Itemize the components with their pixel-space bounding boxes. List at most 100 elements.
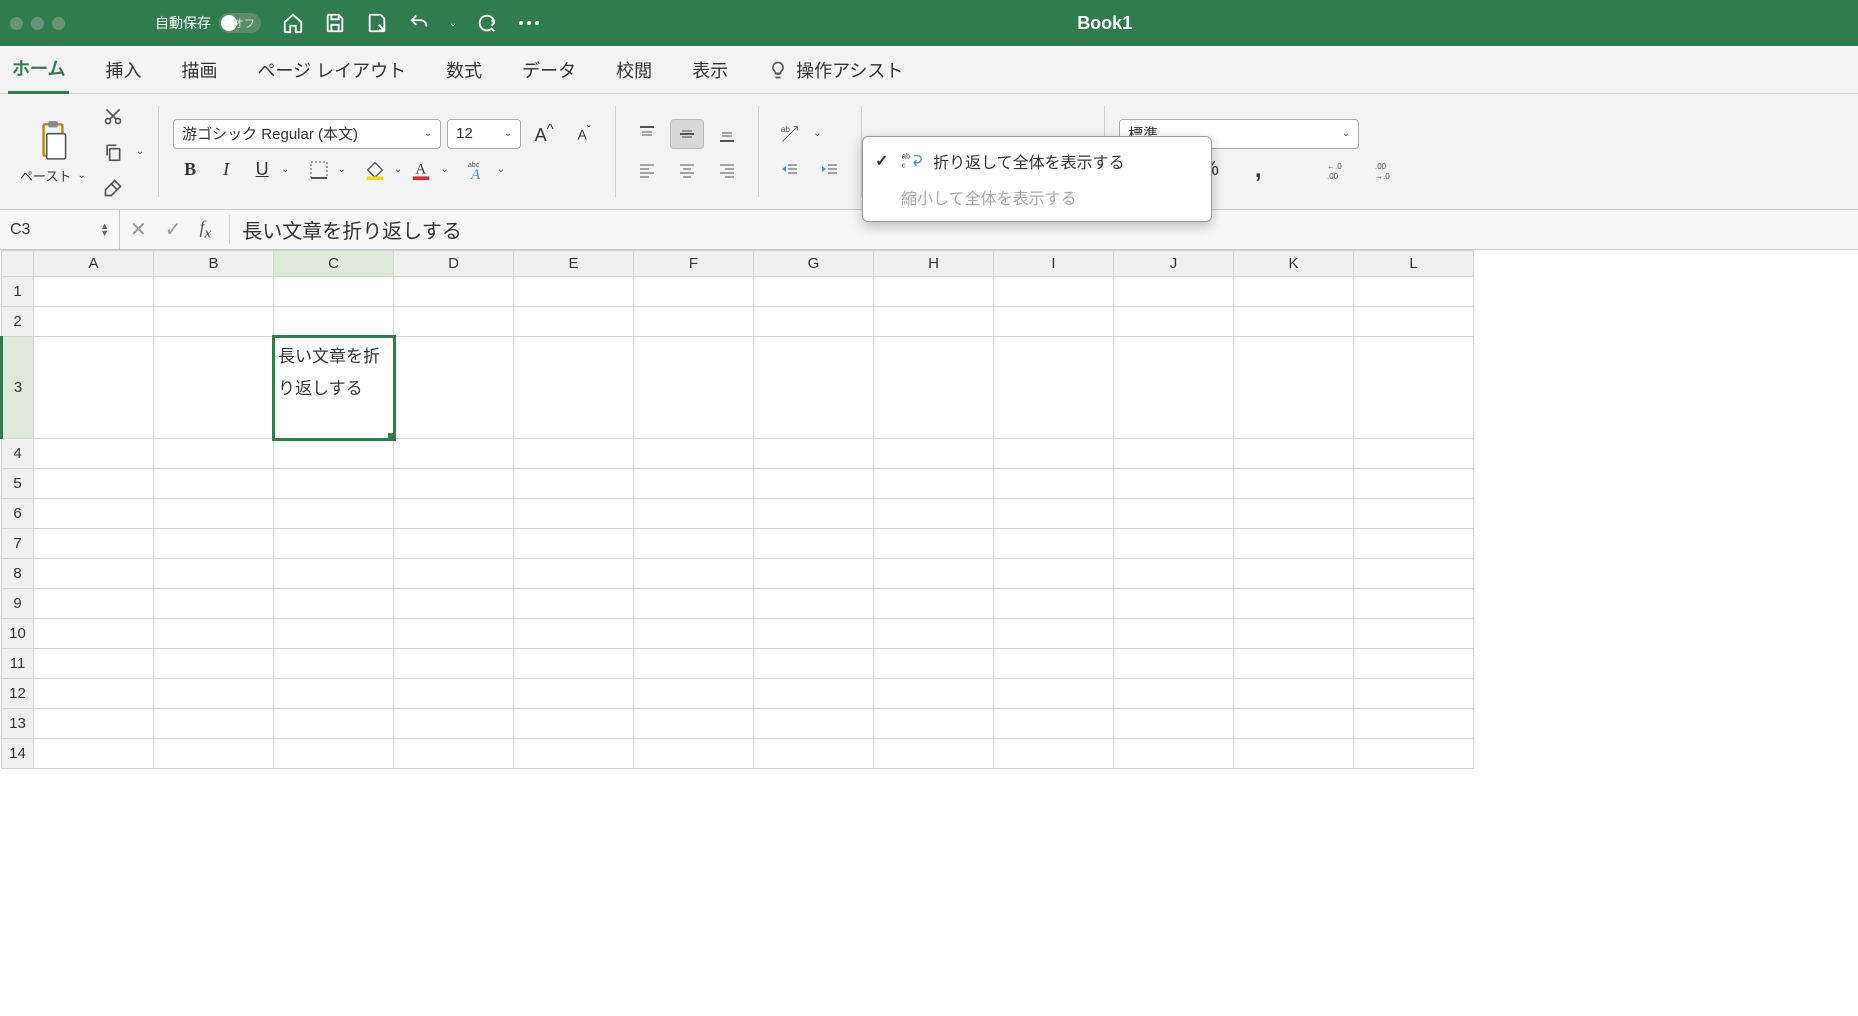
cell-J8[interactable]: [1114, 559, 1234, 589]
cell-L6[interactable]: [1354, 499, 1474, 529]
cell-J11[interactable]: [1114, 649, 1234, 679]
decrease-font-button[interactable]: Aˇ: [567, 119, 601, 149]
cell-J14[interactable]: [1114, 739, 1234, 769]
row-header[interactable]: 8: [2, 559, 34, 589]
cell-G3[interactable]: [754, 337, 874, 439]
cell-B13[interactable]: [154, 709, 274, 739]
undo-icon[interactable]: [407, 11, 431, 35]
more-icon[interactable]: [517, 11, 541, 35]
column-header[interactable]: I: [994, 251, 1114, 277]
cell-F1[interactable]: [634, 277, 754, 307]
cell-G7[interactable]: [754, 529, 874, 559]
row-header[interactable]: 10: [2, 619, 34, 649]
cell-J13[interactable]: [1114, 709, 1234, 739]
column-header[interactable]: B: [154, 251, 274, 277]
cell-C4[interactable]: [274, 439, 394, 469]
window-minimize-button[interactable]: [31, 17, 44, 30]
chevron-down-icon[interactable]: ⌄: [338, 164, 346, 175]
cell-B5[interactable]: [154, 469, 274, 499]
cell-K4[interactable]: [1234, 439, 1354, 469]
align-top-button[interactable]: [630, 119, 664, 149]
row-header[interactable]: 2: [2, 307, 34, 337]
cell-C1[interactable]: [274, 277, 394, 307]
redo-icon[interactable]: [475, 11, 499, 35]
cell-I13[interactable]: [994, 709, 1114, 739]
cell-F14[interactable]: [634, 739, 754, 769]
cell-B2[interactable]: [154, 307, 274, 337]
chevron-down-icon[interactable]: ⌄: [440, 164, 448, 175]
cell-J9[interactable]: [1114, 589, 1234, 619]
tab-data[interactable]: データ: [518, 47, 580, 93]
row-header[interactable]: 12: [2, 679, 34, 709]
cell-D10[interactable]: [394, 619, 514, 649]
tab-home[interactable]: ホーム: [8, 45, 69, 94]
cell-G11[interactable]: [754, 649, 874, 679]
cell-C5[interactable]: [274, 469, 394, 499]
cell-C10[interactable]: [274, 619, 394, 649]
cell-I4[interactable]: [994, 439, 1114, 469]
autosave-toggle[interactable]: 自動保存 オフ: [155, 13, 261, 33]
cell-I5[interactable]: [994, 469, 1114, 499]
row-header[interactable]: 14: [2, 739, 34, 769]
paste-button[interactable]: ペースト⌄: [20, 118, 86, 185]
cell-J12[interactable]: [1114, 679, 1234, 709]
cell-G1[interactable]: [754, 277, 874, 307]
cell-K6[interactable]: [1234, 499, 1354, 529]
cell-H13[interactable]: [874, 709, 994, 739]
cell-C8[interactable]: [274, 559, 394, 589]
row-header[interactable]: 5: [2, 469, 34, 499]
formula-input[interactable]: 長い文章を折り返しする: [229, 215, 462, 244]
column-header[interactable]: L: [1354, 251, 1474, 277]
cell-L3[interactable]: [1354, 337, 1474, 439]
cell-C9[interactable]: [274, 589, 394, 619]
cell-A14[interactable]: [34, 739, 154, 769]
cell-J3[interactable]: [1114, 337, 1234, 439]
cell-B6[interactable]: [154, 499, 274, 529]
cell-K12[interactable]: [1234, 679, 1354, 709]
cell-H9[interactable]: [874, 589, 994, 619]
row-header[interactable]: 13: [2, 709, 34, 739]
underline-button[interactable]: U: [245, 155, 279, 185]
cut-button[interactable]: [96, 101, 130, 131]
cell-D6[interactable]: [394, 499, 514, 529]
cell-L9[interactable]: [1354, 589, 1474, 619]
cell-J6[interactable]: [1114, 499, 1234, 529]
cell-D9[interactable]: [394, 589, 514, 619]
row-header[interactable]: 1: [2, 277, 34, 307]
save-as-icon[interactable]: [365, 11, 389, 35]
cell-H3[interactable]: [874, 337, 994, 439]
bold-button[interactable]: B: [173, 155, 207, 185]
cell-F5[interactable]: [634, 469, 754, 499]
cell-G4[interactable]: [754, 439, 874, 469]
cell-H11[interactable]: [874, 649, 994, 679]
tab-insert[interactable]: 挿入: [101, 47, 145, 93]
column-header[interactable]: D: [394, 251, 514, 277]
cell-C11[interactable]: [274, 649, 394, 679]
cell-B7[interactable]: [154, 529, 274, 559]
cell-B1[interactable]: [154, 277, 274, 307]
cell-G8[interactable]: [754, 559, 874, 589]
name-box[interactable]: C3 ▲▼: [0, 210, 120, 249]
cell-I6[interactable]: [994, 499, 1114, 529]
cell-D13[interactable]: [394, 709, 514, 739]
cell-F13[interactable]: [634, 709, 754, 739]
cell-L7[interactable]: [1354, 529, 1474, 559]
cell-D7[interactable]: [394, 529, 514, 559]
cell-B10[interactable]: [154, 619, 274, 649]
cancel-formula-button[interactable]: ✕: [130, 217, 147, 242]
cell-F11[interactable]: [634, 649, 754, 679]
column-header[interactable]: H: [874, 251, 994, 277]
cell-I8[interactable]: [994, 559, 1114, 589]
cell-C3[interactable]: 長い文章を折り返しする: [274, 337, 394, 439]
cell-A5[interactable]: [34, 469, 154, 499]
cell-A13[interactable]: [34, 709, 154, 739]
cell-K7[interactable]: [1234, 529, 1354, 559]
cell-G10[interactable]: [754, 619, 874, 649]
column-header[interactable]: F: [634, 251, 754, 277]
cell-K1[interactable]: [1234, 277, 1354, 307]
cell-F12[interactable]: [634, 679, 754, 709]
cell-A9[interactable]: [34, 589, 154, 619]
spinner-icon[interactable]: ▲▼: [100, 223, 109, 237]
cell-J5[interactable]: [1114, 469, 1234, 499]
border-button[interactable]: [302, 155, 336, 185]
